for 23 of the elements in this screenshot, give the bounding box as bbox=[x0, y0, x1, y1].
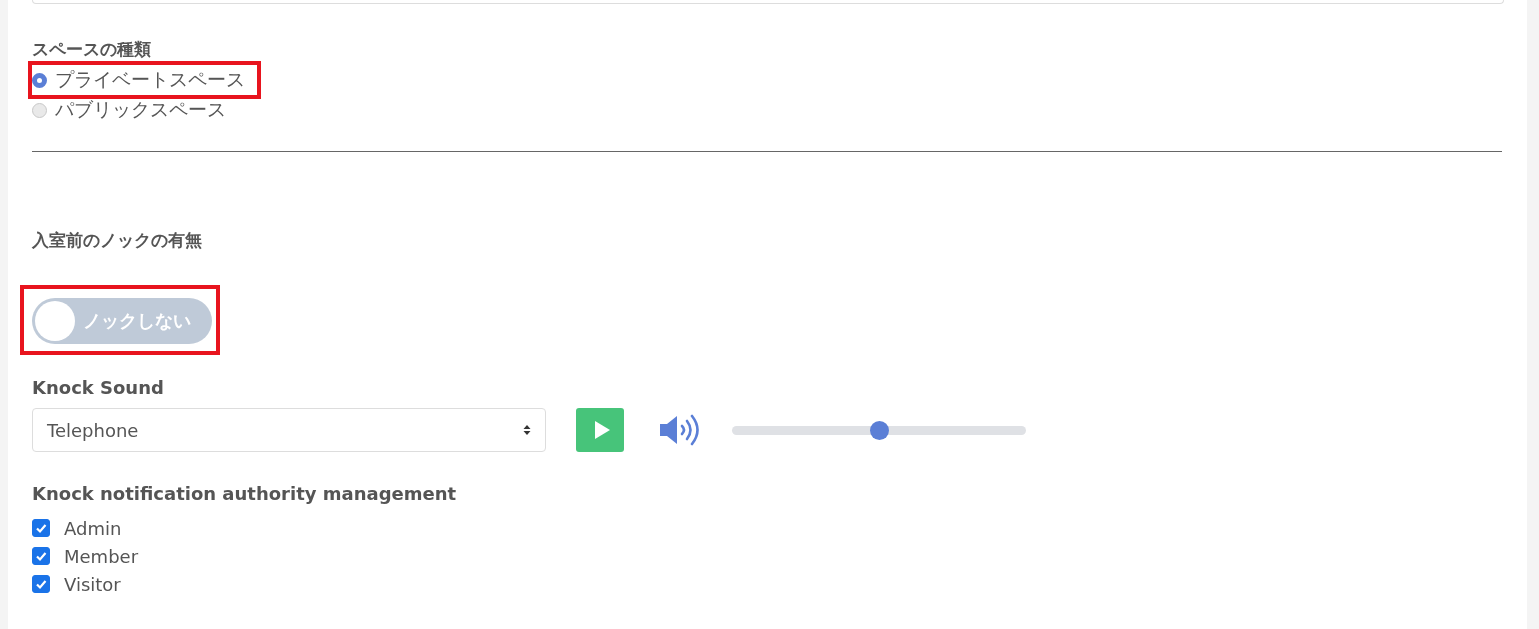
option-label: プライベートスペース bbox=[55, 67, 245, 92]
volume-slider[interactable] bbox=[732, 420, 1026, 440]
section-heading: 入室前のノックの有無 bbox=[32, 229, 203, 252]
section-heading: Knock notification authority management bbox=[32, 483, 458, 504]
sound-select[interactable]: Telephone bbox=[32, 408, 546, 452]
section-heading: スペースの種類 bbox=[32, 38, 152, 61]
check-icon bbox=[35, 550, 47, 562]
checkbox-label: Admin bbox=[64, 517, 122, 539]
checkbox[interactable] bbox=[32, 519, 50, 537]
checkbox-label: Member bbox=[64, 545, 139, 567]
checkbox-label: Visitor bbox=[64, 573, 121, 595]
play-icon bbox=[593, 420, 611, 440]
checkbox[interactable] bbox=[32, 575, 50, 593]
slider-thumb[interactable] bbox=[870, 420, 889, 440]
checkbox[interactable] bbox=[32, 547, 50, 565]
play-button[interactable] bbox=[576, 408, 624, 452]
check-icon bbox=[35, 522, 47, 534]
option-label: パブリックスペース bbox=[55, 97, 226, 122]
check-icon bbox=[35, 578, 47, 590]
section-heading: Knock Sound bbox=[32, 377, 165, 398]
sort-caret-icon bbox=[523, 424, 531, 436]
radio-button[interactable] bbox=[32, 102, 47, 118]
radio-button[interactable] bbox=[32, 72, 47, 88]
